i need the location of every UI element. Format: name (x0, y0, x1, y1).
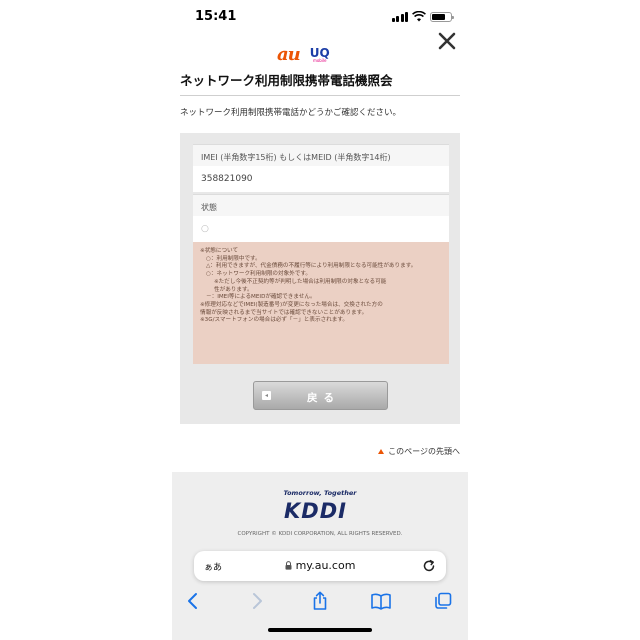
close-icon (438, 32, 456, 50)
page-title: ネットワーク利用制限携帯電話機照会 (180, 70, 460, 96)
cellular-signal-icon (391, 11, 408, 22)
browser-toolbar (172, 586, 468, 616)
result-panel: IMEI (半角数字15桁) もしくはMEID (半角数字14桁) 358821… (180, 133, 460, 424)
book-icon (371, 593, 391, 610)
back-arrow-icon (188, 593, 197, 609)
reload-icon (423, 559, 435, 572)
forward-nav-button[interactable] (244, 588, 270, 614)
note-line: ※3G/スマートフォンの場合は必ず「－」と表示されます。 (200, 317, 348, 324)
tabs-icon (435, 592, 452, 609)
status-notes: ※状態について ○：利用制限中です。 △：利用できますが、代金債務の不履行等により利… (193, 242, 449, 364)
back-button-label: 戻る (307, 392, 340, 404)
kddi-logo: KDDI (284, 499, 347, 523)
url-display[interactable]: my.au.com (194, 559, 446, 572)
forward-arrow-icon (253, 593, 262, 609)
back-nav-button[interactable] (180, 588, 206, 614)
status-value: ○ (193, 216, 449, 242)
home-indicator (268, 628, 372, 632)
lock-icon (285, 561, 292, 570)
note-line: －：IMEI等によるMEIDが確認できません。 (206, 294, 316, 301)
battery-icon (430, 11, 454, 22)
url-text: my.au.com (295, 559, 356, 572)
note-line: ※修理対応などでIMEI(製造番号)が変更になった場合は、交換された方の (200, 301, 383, 308)
header-logos: au UQ mobile (277, 44, 330, 65)
up-triangle-icon (378, 449, 385, 454)
tabs-button[interactable] (430, 588, 456, 614)
note-line: ○：ネットワーク利用制限の対象外です。 (206, 271, 312, 278)
copyright: COPYRIGHT © KDDI CORPORATION, ALL RIGHTS… (237, 531, 403, 537)
imei-value: 358821090 (193, 166, 449, 192)
address-bar[interactable]: ぁあ my.au.com (194, 551, 446, 581)
intro-text: ネットワーク利用制限携帯電話かどうかご確認ください。 (180, 108, 402, 118)
page-top-link[interactable]: このページの先頭へ (378, 446, 460, 457)
status-bar: 15:41 (172, 0, 468, 34)
wifi-icon (412, 11, 426, 22)
imei-label: IMEI (半角数字15桁) もしくはMEID (半角数字14桁) (193, 144, 449, 166)
page-top-link-label: このページの先頭へ (388, 447, 460, 456)
note-line: ※ただし今後不正契約等が判明した場合は利用制限の対象となる可能 (214, 278, 387, 285)
status-label: 状態 (193, 194, 449, 216)
close-button[interactable] (434, 28, 460, 54)
status-icons (391, 11, 454, 22)
status-time: 15:41 (195, 9, 237, 24)
note-line: ※状態について (200, 248, 239, 254)
au-logo: au (277, 44, 301, 65)
uq-mobile-logo: UQ mobile (309, 45, 330, 63)
bookmarks-button[interactable] (368, 588, 394, 614)
share-icon (313, 591, 327, 610)
share-button[interactable] (307, 588, 333, 614)
back-button[interactable]: ◂ 戻る (253, 381, 388, 410)
note-line: △：利用できますが、代金債務の不履行等により利用制限となる可能性があります。 (206, 263, 417, 270)
reload-button[interactable] (420, 557, 438, 575)
kddi-tagline: Tomorrow, Together (283, 489, 357, 497)
phone-screen: 15:41 au UQ mobile ネットワーク利用制限携帯電話機照会 ネット… (172, 0, 468, 640)
